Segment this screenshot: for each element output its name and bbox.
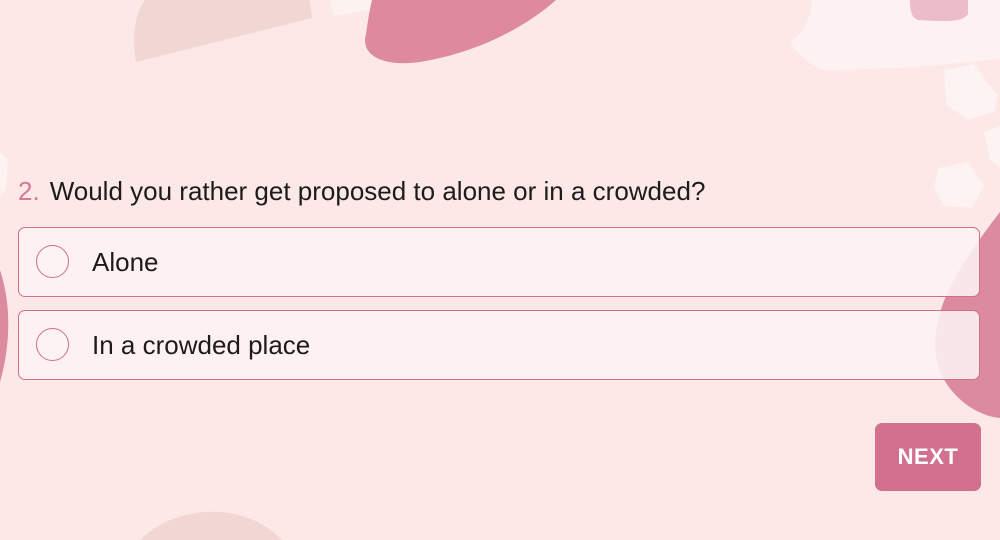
answer-option-crowded-place[interactable]: In a crowded place <box>18 310 980 380</box>
quiz-content: 2. Would you rather get proposed to alone… <box>0 0 1000 540</box>
answer-option-label: Alone <box>92 247 159 277</box>
radio-button[interactable] <box>36 245 69 278</box>
radio-button[interactable] <box>36 328 69 361</box>
question-text: 2. Would you rather get proposed to alone… <box>18 174 705 208</box>
question-number: 2. <box>18 176 40 206</box>
answer-option-alone[interactable]: Alone <box>18 227 980 297</box>
question-label: Would you rather get proposed to alone o… <box>49 176 706 206</box>
next-button[interactable]: NEXT <box>875 423 981 491</box>
answer-option-label: In a crowded place <box>92 330 311 360</box>
